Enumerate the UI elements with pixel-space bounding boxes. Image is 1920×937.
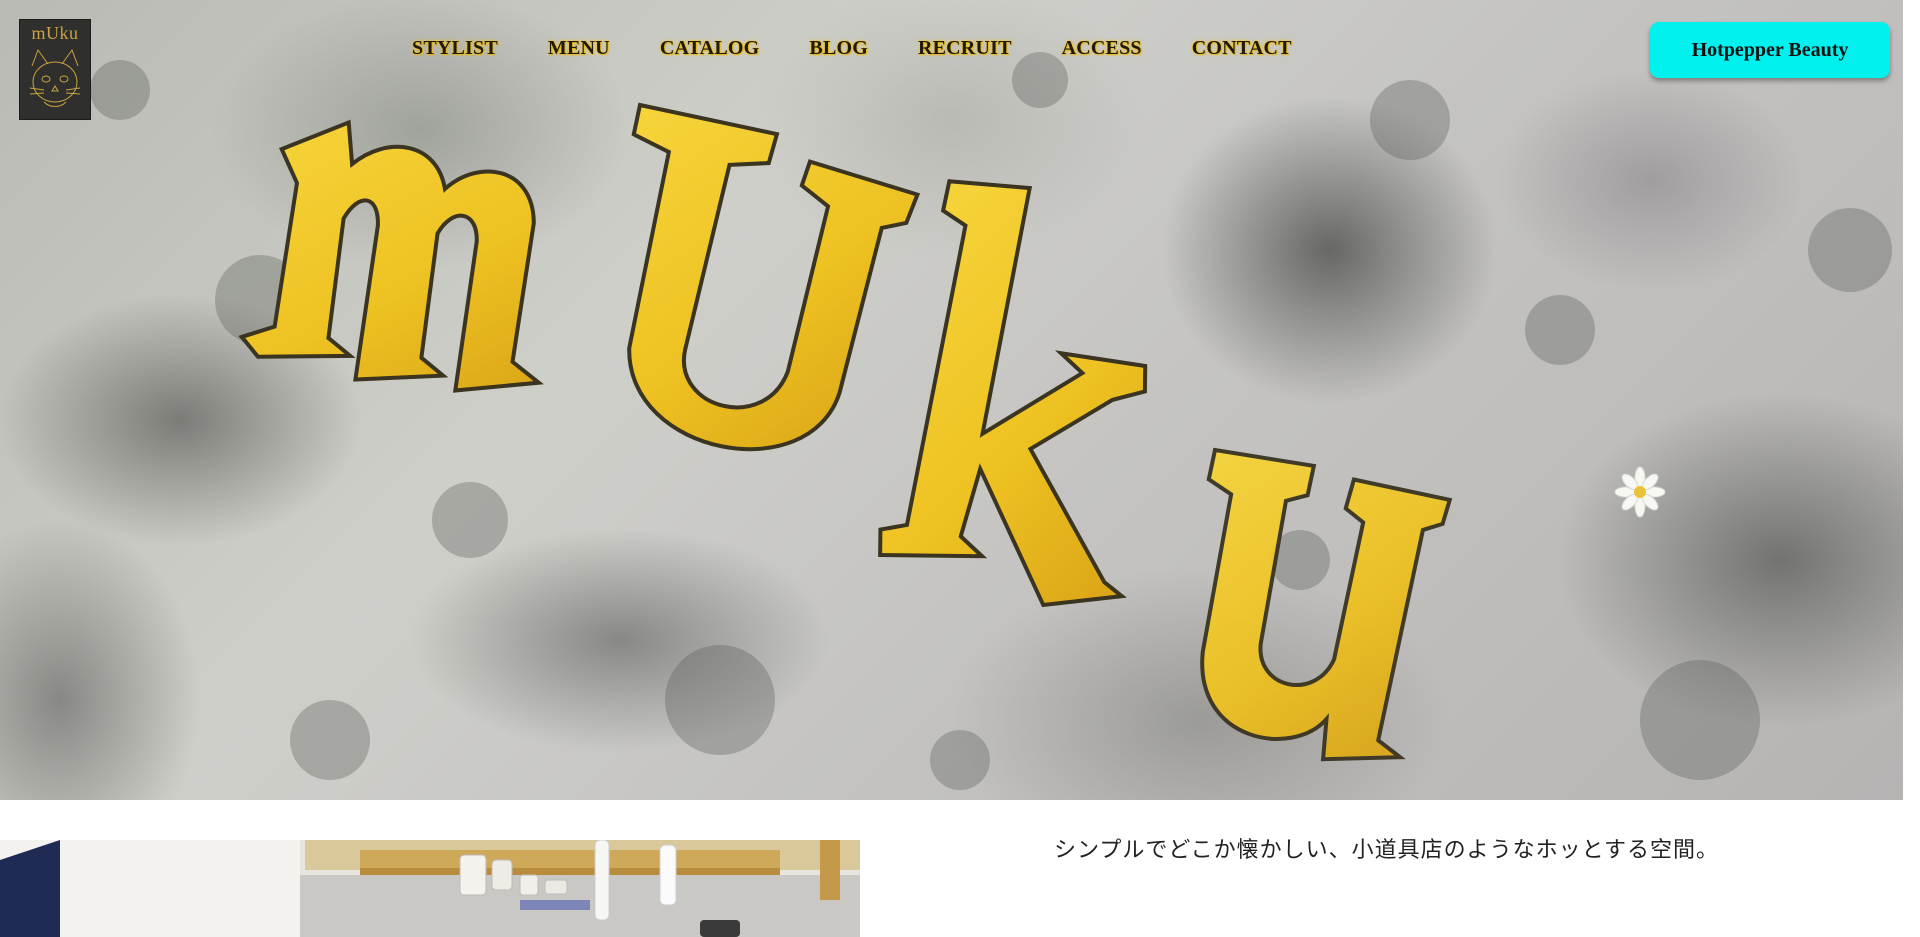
hero-letters-graphic [90,52,1892,790]
hero-letter-U [627,102,921,452]
nav-item-blog[interactable]: BLOG [809,37,868,60]
daisy-flower-icon [1614,466,1666,518]
hero-image [0,0,1903,800]
cat-face-logo-icon [29,48,81,107]
nav-item-catalog[interactable]: CATALOG [660,37,760,60]
nav-item-menu[interactable]: MENU [548,37,610,60]
salon-interior-graphic [0,840,860,937]
salon-interior-photo [0,840,860,937]
intro-text: シンプルでどこか懐かしい、小道具店のようなホッとする空間。 [1054,838,1720,863]
logo-text: mUku [31,23,79,43]
hotpepper-beauty-button[interactable]: Hotpepper Beauty [1650,22,1890,78]
hero-letter-m [238,119,544,393]
main-nav: STYLIST MENU CATALOG BLOG RECRUIT ACCESS… [412,34,1342,62]
site-logo[interactable]: mUku [19,19,91,120]
nav-item-recruit[interactable]: RECRUIT [918,37,1012,60]
nav-item-stylist[interactable]: STYLIST [412,37,498,60]
nav-item-access[interactable]: ACCESS [1062,37,1142,60]
nav-item-contact[interactable]: CONTACT [1192,37,1292,60]
hero-letter-u [1200,447,1453,762]
hero-letter-k [878,179,1148,608]
